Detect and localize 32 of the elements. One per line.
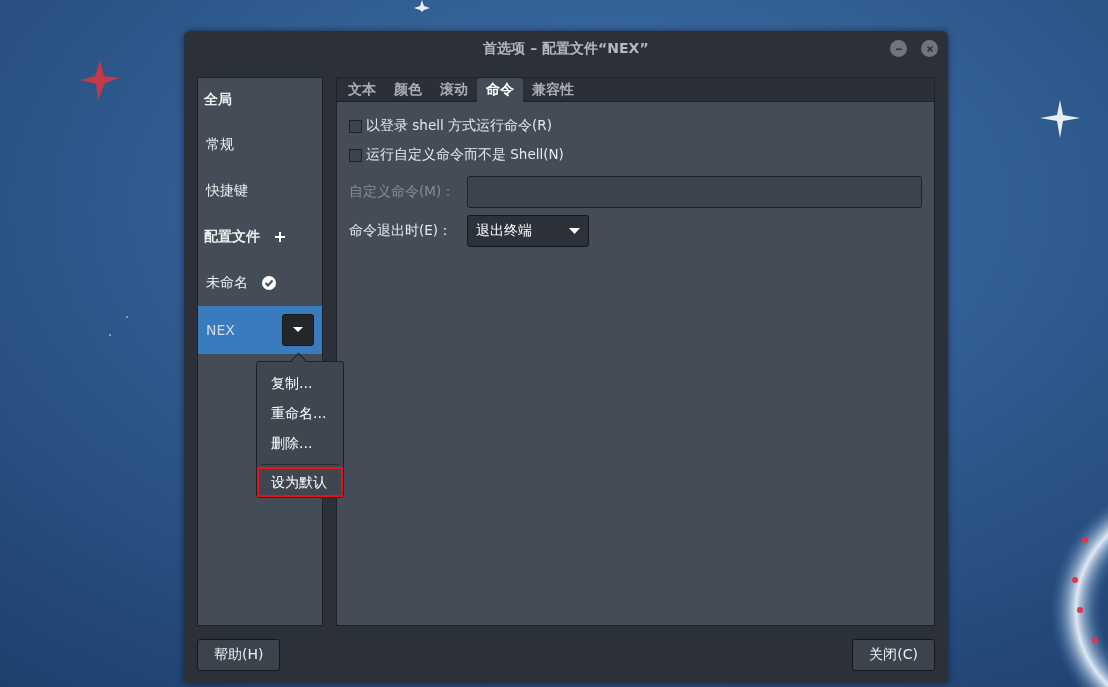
- caret-icon: [569, 228, 581, 234]
- profile-item[interactable]: 未命名: [206, 274, 248, 292]
- field-label: 命令退出时(E)：: [349, 222, 454, 240]
- tab[interactable]: 颜色: [385, 78, 431, 101]
- field-label: 自定义命令(M)：: [349, 183, 456, 201]
- checkbox[interactable]: [349, 148, 362, 162]
- window-title: 首选项 – 配置文件“NEX”: [483, 40, 649, 58]
- menu-item[interactable]: 重命名…: [257, 398, 343, 428]
- tab[interactable]: 滚动: [431, 78, 477, 101]
- sidebar-item[interactable]: 快捷键: [206, 182, 248, 200]
- menu-item[interactable]: 设为默认: [257, 467, 343, 497]
- menu-item[interactable]: 删除…: [257, 428, 343, 458]
- close-button[interactable]: [921, 40, 938, 57]
- checkbox-label: 运行自定义命令而不是 Shell(N): [366, 146, 564, 164]
- add-icon[interactable]: [274, 231, 286, 243]
- tab[interactable]: 兼容性: [523, 78, 583, 101]
- tab[interactable]: 文本: [339, 78, 385, 101]
- dropdown-button[interactable]: [282, 314, 314, 346]
- profile-name: NEX: [206, 322, 235, 338]
- checkbox-label: 以登录 shell 方式运行命令(R): [366, 117, 552, 135]
- section-header: 配置文件: [204, 228, 260, 246]
- checkbox[interactable]: [349, 119, 362, 133]
- close-icon: [924, 43, 935, 54]
- sidebar-item[interactable]: 常规: [206, 136, 234, 154]
- dropdown[interactable]: 退出终端: [467, 215, 590, 247]
- menu-item[interactable]: 复制…: [257, 368, 343, 398]
- tab[interactable]: 命令: [477, 78, 523, 102]
- minimize-button[interactable]: [890, 40, 907, 57]
- button[interactable]: 帮助(H): [197, 639, 281, 671]
- button[interactable]: 关闭(C): [852, 639, 935, 671]
- caret-icon: [293, 327, 303, 333]
- section-header: 全局: [204, 91, 232, 109]
